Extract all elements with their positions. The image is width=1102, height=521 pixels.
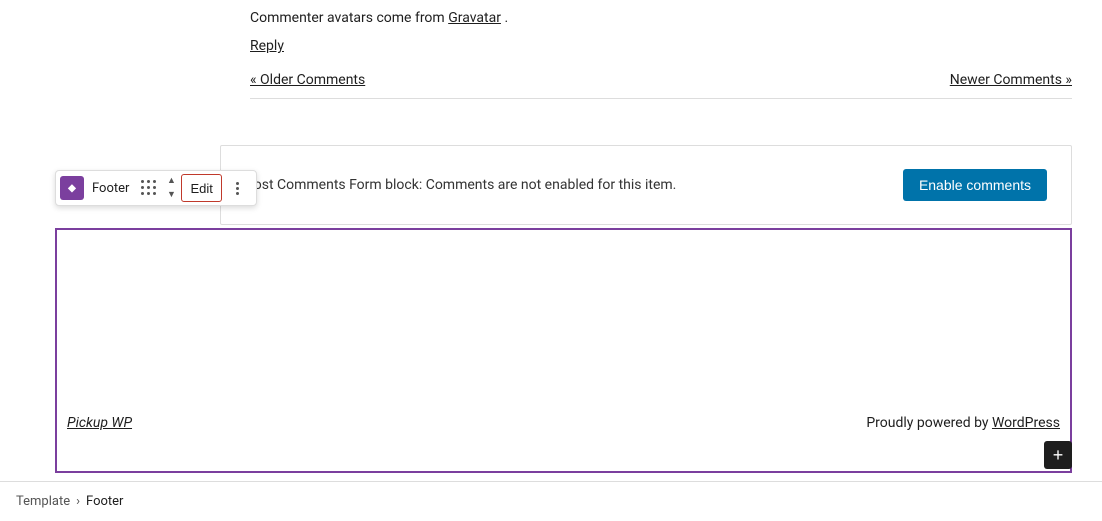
powered-by-text: Proudly powered by WordPress (866, 415, 1060, 431)
gravatar-link[interactable]: Gravatar (448, 10, 501, 26)
older-comments-link[interactable]: « Older Comments (250, 72, 365, 88)
reply-link[interactable]: Reply (250, 38, 284, 54)
block-type-icon: ◆ (60, 176, 84, 200)
move-up-icon[interactable]: ▲ (163, 174, 179, 188)
breadcrumb-current: Footer (86, 494, 123, 509)
more-options-icon (233, 178, 242, 199)
move-down-icon[interactable]: ▼ (163, 188, 179, 202)
comments-navigation: « Older Comments Newer Comments » (250, 72, 1072, 99)
comment-section: Commenter avatars come from Gravatar . R… (220, 0, 1102, 109)
footer-content: Pickup WP Proudly powered by WordPress (57, 415, 1070, 431)
drag-handle[interactable] (137, 176, 161, 200)
block-toolbar-wrapper: ◆ Footer ▲ ▼ Edit (55, 170, 257, 206)
bottom-bar: Template › Footer (0, 481, 1102, 521)
breadcrumb-separator: › (76, 494, 80, 509)
block-name-label: Footer (86, 181, 135, 196)
enable-comments-button[interactable]: Enable comments (903, 169, 1047, 201)
footer-block: Pickup WP Proudly powered by WordPress (55, 228, 1072, 473)
block-toolbar: ◆ Footer ▲ ▼ Edit (55, 170, 257, 206)
gravatar-text: Commenter avatars come from Gravatar . (250, 10, 1072, 26)
newer-comments-link[interactable]: Newer Comments » (950, 72, 1072, 88)
edit-button[interactable]: Edit (181, 174, 221, 202)
more-options-button[interactable] (224, 174, 252, 202)
wordpress-link[interactable]: WordPress (992, 415, 1060, 431)
add-block-button[interactable]: + (1044, 441, 1072, 469)
comment-form-notice: Post Comments Form block: Comments are n… (220, 145, 1072, 225)
move-block-arrows[interactable]: ▲ ▼ (163, 174, 179, 202)
site-name-link[interactable]: Pickup WP (67, 415, 132, 431)
notice-text: Post Comments Form block: Comments are n… (245, 177, 676, 193)
breadcrumb-template[interactable]: Template (16, 494, 70, 509)
